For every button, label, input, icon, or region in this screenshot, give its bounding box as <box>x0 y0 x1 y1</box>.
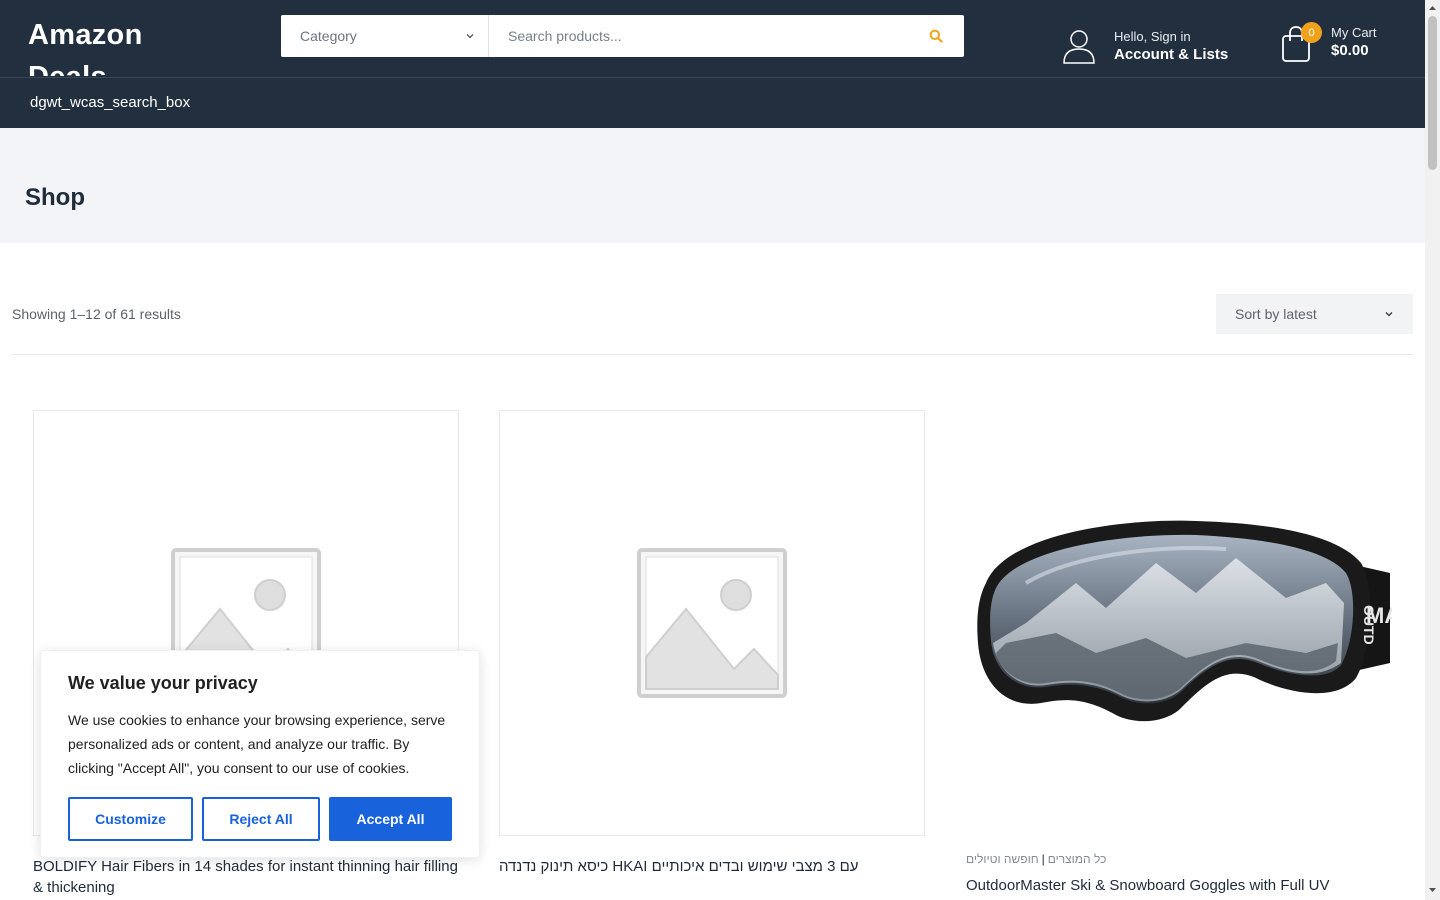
product-thumbnail[interactable]: OUTD MAS <box>966 410 1392 836</box>
scroll-up-arrow-icon[interactable] <box>1428 4 1437 12</box>
product-card: OUTD MAS כל המוצרים|חופשה וטיולים Outdoo… <box>966 410 1392 896</box>
category-separator: | <box>1041 852 1045 866</box>
search-input[interactable] <box>489 15 908 57</box>
cart-count-badge: 0 <box>1301 22 1322 43</box>
product-name[interactable]: OutdoorMaster Ski & Snowboard Goggles wi… <box>966 875 1392 896</box>
search-button[interactable] <box>908 15 964 57</box>
cart-label: My Cart <box>1331 25 1377 40</box>
header-subbar: dgwt_wcas_search_box <box>0 78 1425 128</box>
cart-link[interactable]: 0 My Cart $0.00 <box>1281 22 1377 62</box>
cart-total: $0.00 <box>1331 42 1369 59</box>
account-greeting: Hello, Sign in <box>1114 29 1191 44</box>
cart-icon-wrapper: 0 <box>1281 22 1322 62</box>
cookie-title: We value your privacy <box>68 673 258 693</box>
category-link[interactable]: כל המוצרים <box>1048 852 1107 866</box>
subbar-shortcode-text: dgwt_wcas_search_box <box>30 94 191 111</box>
customize-button[interactable]: Customize <box>68 797 193 841</box>
category-link[interactable]: חופשה וטיולים <box>966 852 1039 866</box>
reject-all-button[interactable]: Reject All <box>201 797 320 841</box>
category-select[interactable]: Category <box>281 15 489 57</box>
chevron-down-icon <box>466 34 474 39</box>
product-name[interactable]: BOLDIFY Hair Fibers in 14 shades for ins… <box>33 856 459 898</box>
product-thumbnail[interactable] <box>499 410 925 836</box>
category-select-label: Category <box>300 28 357 44</box>
accept-all-button[interactable]: Accept All <box>329 797 452 841</box>
site-logo[interactable]: Amazon Deals <box>28 14 228 76</box>
svg-text:MAS: MAS <box>1366 603 1392 628</box>
sort-select-label: Sort by latest <box>1235 306 1317 322</box>
results-count: Showing 1–12 of 61 results <box>12 306 181 322</box>
search-icon <box>929 29 943 43</box>
site-header: Amazon Deals Category Hello, Sign in Acc… <box>0 0 1425 78</box>
product-categories: כל המוצרים|חופשה וטיולים <box>966 852 1392 866</box>
user-icon <box>1063 30 1095 64</box>
search-bar: Category <box>281 15 964 57</box>
product-name[interactable]: כיסא תינוק נדנדה HKAI עם 3 מצבי שימוש וב… <box>499 856 925 877</box>
product-card: כיסא תינוק נדנדה HKAI עם 3 מצבי שימוש וב… <box>499 410 925 877</box>
scrollbar-thumb[interactable] <box>1428 16 1437 170</box>
divider <box>12 354 1413 355</box>
placeholder-image-icon <box>637 548 787 698</box>
page-title-band: Shop <box>0 128 1425 243</box>
sort-select[interactable]: Sort by latest <box>1216 294 1413 334</box>
account-label: Account & Lists <box>1114 46 1229 63</box>
cookie-consent-banner: We value your privacy We use cookies to … <box>40 650 480 858</box>
chevron-down-icon <box>1385 312 1393 317</box>
scroll-down-arrow-icon[interactable] <box>1428 886 1437 894</box>
cookie-text: We use cookies to enhance your browsing … <box>68 712 446 776</box>
account-link[interactable]: Hello, Sign in Account & Lists <box>1062 28 1228 64</box>
ski-goggles-photo: OUTD MAS <box>977 520 1392 722</box>
page-title: Shop <box>25 184 85 211</box>
cookie-buttons: Customize Reject All Accept All <box>68 797 452 841</box>
